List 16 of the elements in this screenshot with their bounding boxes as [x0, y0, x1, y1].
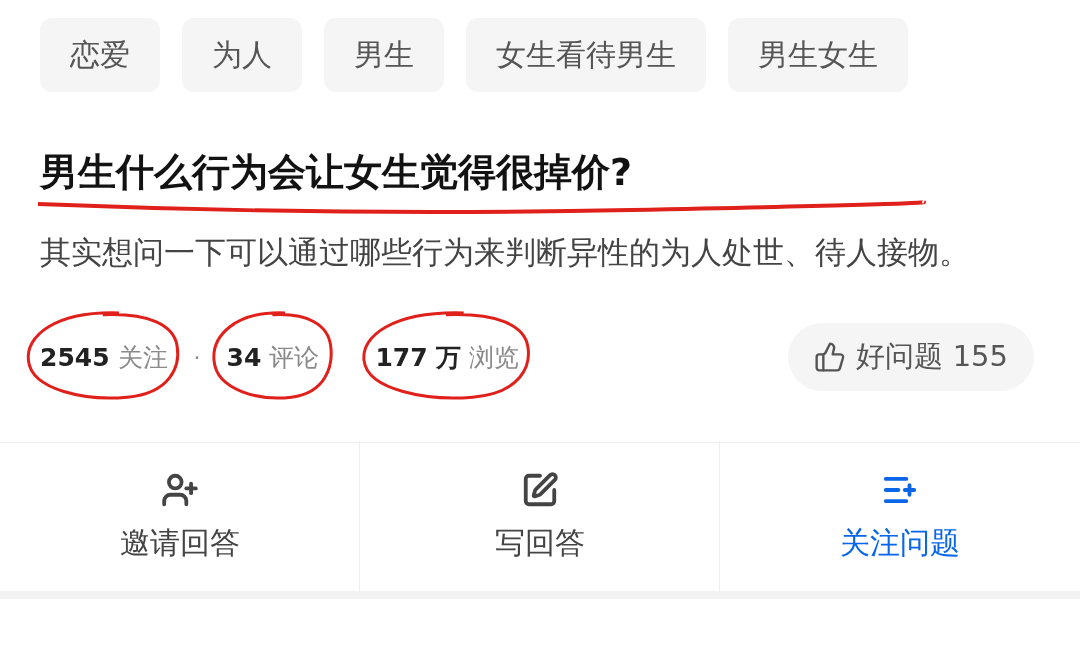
question-title: 男生什么行为会让女生觉得很掉价? — [40, 149, 633, 196]
separator-dot: · — [193, 344, 201, 370]
stat-label: 评论 — [269, 341, 320, 374]
good-question-button[interactable]: 好问题 155 — [788, 323, 1034, 391]
topic-tag[interactable]: 恋爱 — [40, 18, 160, 92]
topic-tag[interactable]: 为人 — [182, 18, 302, 92]
stat-value: 2545 — [40, 342, 110, 372]
topic-tag[interactable]: 女生看待男生 — [466, 18, 706, 92]
stat-label: 关注 — [117, 341, 168, 374]
thumbs-up-icon — [814, 341, 847, 373]
question-description: 其实想问一下可以通过哪些行为来判断异性的为人处世、待人接物。 — [40, 233, 971, 272]
stat-value: 177 万 — [375, 341, 462, 374]
stat-label: 浏览 — [469, 341, 520, 374]
topic-tag[interactable]: 男生 — [324, 18, 444, 92]
stat-value: 34 — [226, 342, 262, 372]
topic-tag[interactable]: 男生女生 — [728, 18, 908, 92]
